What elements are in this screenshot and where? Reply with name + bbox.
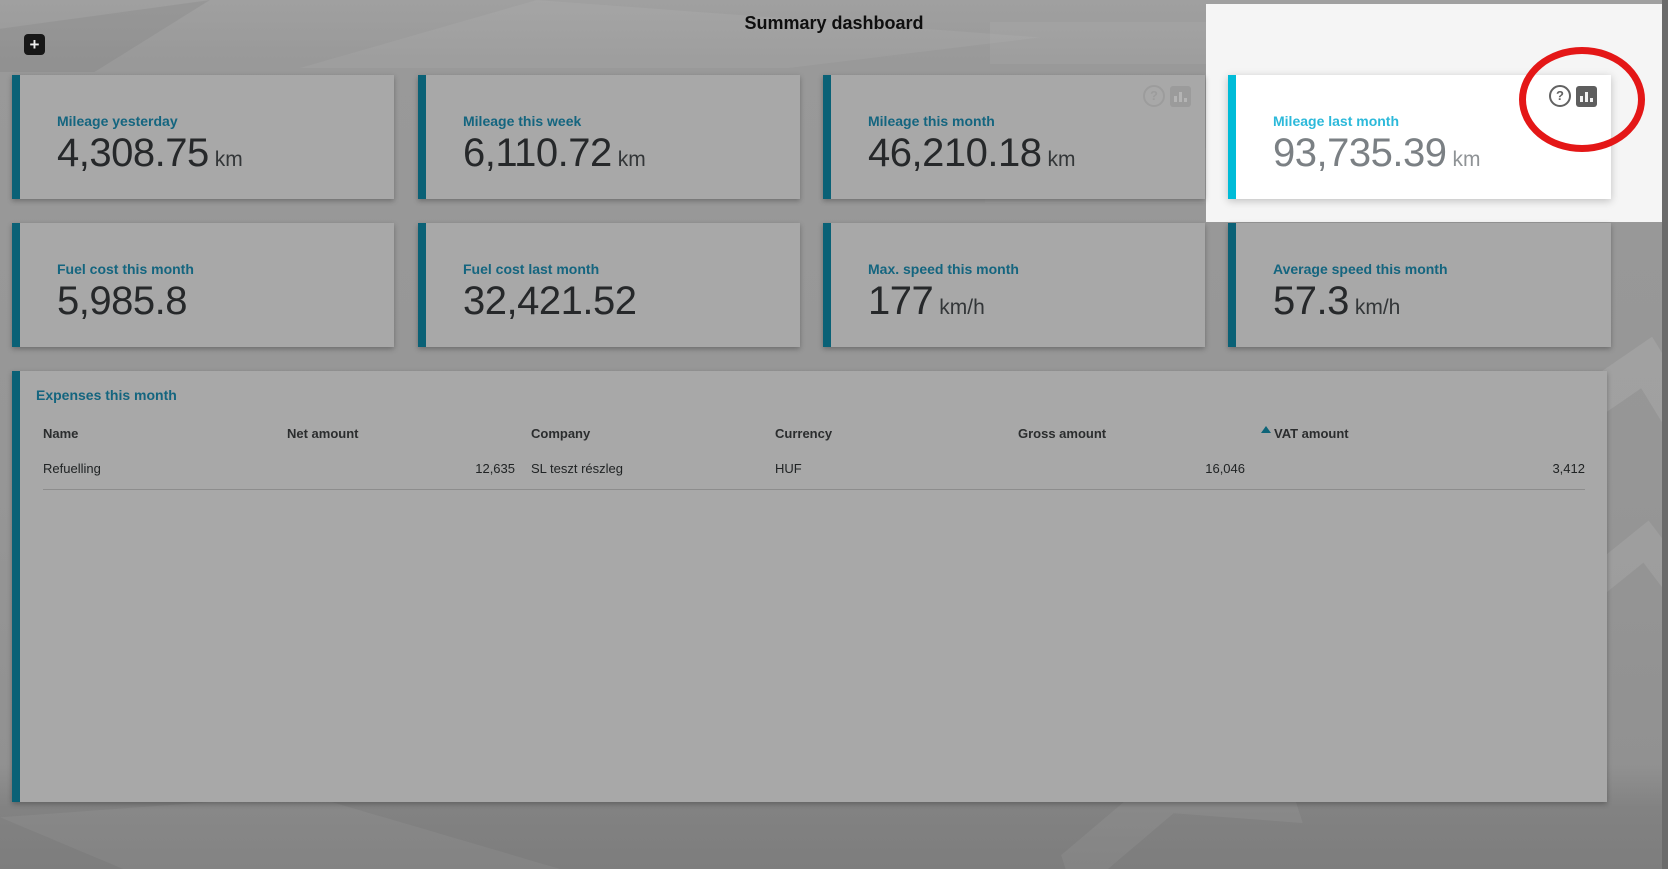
kpi-value: 6,110.72 bbox=[463, 132, 612, 174]
kpi-unit: km/h bbox=[939, 296, 985, 320]
page-title: Summary dashboard bbox=[0, 13, 1668, 34]
background-map-pattern bbox=[0, 795, 560, 869]
background-map-pattern bbox=[300, 0, 1040, 68]
vertical-scrollbar[interactable] bbox=[1662, 0, 1668, 869]
kpi-unit: km bbox=[618, 148, 646, 172]
kpi-card-mileage-this-month: ? Mileage this month 46,210.18 km bbox=[823, 75, 1205, 199]
help-icon[interactable]: ? bbox=[1143, 85, 1165, 107]
column-header-currency[interactable]: Currency bbox=[775, 426, 1018, 441]
table-row[interactable]: Refuelling 12,635 SL teszt részleg HUF 1… bbox=[43, 447, 1585, 490]
kpi-label: Mileage last month bbox=[1273, 113, 1611, 129]
kpi-value: 4,308.75 bbox=[57, 132, 209, 174]
expenses-panel-title: Expenses this month bbox=[36, 387, 1585, 403]
expenses-panel: Expenses this month Name Net amount Comp… bbox=[12, 371, 1607, 802]
kpi-card-max-speed-this-month: Max. speed this month 177 km/h bbox=[823, 223, 1205, 347]
kpi-value: 57.3 bbox=[1273, 280, 1349, 322]
kpi-card-fuel-cost-last-month: Fuel cost last month 32,421.52 bbox=[418, 223, 800, 347]
kpi-card-mileage-this-week: Mileage this week 6,110.72 km bbox=[418, 75, 800, 199]
cell-net-amount: 12,635 bbox=[287, 461, 531, 476]
column-header-vat-amount[interactable]: VAT amount bbox=[1261, 426, 1585, 441]
expenses-table-header: Name Net amount Company Currency Gross a… bbox=[43, 420, 1585, 447]
kpi-card-average-speed-this-month: Average speed this month 57.3 km/h bbox=[1228, 223, 1611, 347]
cell-vat-amount: 3,412 bbox=[1261, 461, 1585, 476]
kpi-label: Fuel cost last month bbox=[463, 261, 800, 277]
kpi-unit: km bbox=[1452, 148, 1480, 172]
kpi-card-mileage-yesterday: Mileage yesterday 4,308.75 km bbox=[12, 75, 394, 199]
column-header-net-amount[interactable]: Net amount bbox=[287, 426, 531, 441]
cell-gross-amount: 16,046 bbox=[1018, 461, 1261, 476]
cell-company: SL teszt részleg bbox=[531, 461, 775, 476]
sort-ascending-icon bbox=[1261, 426, 1271, 433]
kpi-card-mileage-last-month-highlighted: ? Mileage last month 93,735.39 km bbox=[1228, 75, 1611, 199]
kpi-value: 5,985.8 bbox=[57, 280, 187, 322]
kpi-label: Mileage this month bbox=[868, 113, 1205, 129]
column-header-name[interactable]: Name bbox=[43, 426, 287, 441]
kpi-value: 93,735.39 bbox=[1273, 132, 1446, 174]
bar-chart-icon[interactable] bbox=[1170, 86, 1191, 107]
help-icon[interactable]: ? bbox=[1549, 85, 1571, 107]
kpi-value: 177 bbox=[868, 280, 933, 322]
column-header-gross-amount[interactable]: Gross amount bbox=[1018, 426, 1261, 441]
kpi-label: Average speed this month bbox=[1273, 261, 1611, 277]
expenses-table: Name Net amount Company Currency Gross a… bbox=[43, 420, 1585, 490]
kpi-label: Mileage yesterday bbox=[57, 113, 394, 129]
add-widget-button[interactable]: + bbox=[24, 34, 45, 55]
kpi-label: Mileage this week bbox=[463, 113, 800, 129]
kpi-label: Max. speed this month bbox=[868, 261, 1205, 277]
kpi-value: 32,421.52 bbox=[463, 280, 636, 322]
cell-currency: HUF bbox=[775, 461, 1018, 476]
kpi-unit: km bbox=[1047, 148, 1075, 172]
plus-icon: + bbox=[30, 36, 40, 53]
column-header-company[interactable]: Company bbox=[531, 426, 775, 441]
cell-name: Refuelling bbox=[43, 461, 287, 476]
kpi-unit: km/h bbox=[1355, 296, 1401, 320]
kpi-label: Fuel cost this month bbox=[57, 261, 394, 277]
kpi-unit: km bbox=[215, 148, 243, 172]
bar-chart-icon[interactable] bbox=[1576, 86, 1597, 107]
summary-dashboard-screen: Summary dashboard + Mileage yesterday 4,… bbox=[0, 0, 1668, 869]
kpi-value: 46,210.18 bbox=[868, 132, 1041, 174]
kpi-card-fuel-cost-this-month: Fuel cost this month 5,985.8 bbox=[12, 223, 394, 347]
